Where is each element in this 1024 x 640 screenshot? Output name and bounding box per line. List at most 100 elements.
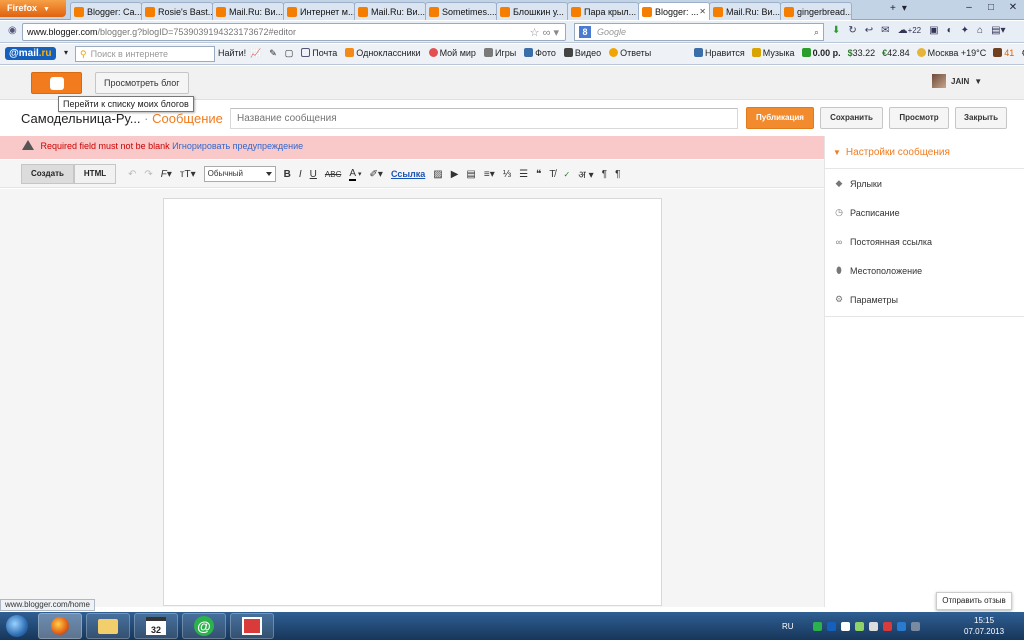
reload-icon[interactable]: ↻ — [848, 25, 856, 36]
tray-icon-update[interactable] — [896, 621, 906, 631]
post-title-input[interactable] — [230, 108, 738, 129]
mailru-dropdown-icon[interactable]: ▾ — [64, 48, 68, 57]
tray-icon-network[interactable] — [854, 621, 864, 631]
link-mail[interactable]: Почта — [301, 48, 337, 59]
start-button[interactable] — [0, 612, 34, 640]
text-color-icon[interactable]: A — [349, 168, 357, 181]
jump-break-icon[interactable]: ▤ — [466, 169, 475, 180]
back-arrow-icon[interactable]: ↩ — [865, 25, 873, 36]
close-tab-icon[interactable]: ✕ — [699, 7, 706, 16]
browser-tab[interactable]: Blogger: Ca... — [70, 2, 142, 20]
browser-tab[interactable]: Mail.Ru: Ви... — [709, 2, 781, 20]
new-tab-icon[interactable]: + — [890, 3, 896, 14]
pencil-icon[interactable]: ✎ — [269, 48, 277, 59]
balance-widget[interactable]: 0.00 р. — [801, 48, 841, 59]
view-blog-button[interactable]: Просмотреть блог — [95, 72, 189, 94]
ltr-icon[interactable]: ¶ — [602, 169, 607, 180]
link-video[interactable]: Видео — [563, 48, 601, 59]
tray-icon-green[interactable] — [812, 621, 822, 631]
tray-icon-mail[interactable] — [826, 621, 836, 631]
font-family-icon[interactable]: F▾ — [161, 169, 172, 180]
tray-icon-security[interactable] — [882, 621, 892, 631]
save-button[interactable]: Сохранить — [820, 107, 883, 129]
browser-tab[interactable]: Mail.Ru: Ви... — [212, 2, 284, 20]
link-my-world[interactable]: Мой мир — [428, 48, 476, 59]
insert-link-button[interactable]: Ссылка — [391, 169, 425, 179]
close-window-icon[interactable]: ✕ — [1002, 0, 1024, 16]
post-settings-header[interactable]: ▼ Настройки сообщения — [825, 136, 1024, 169]
user-menu[interactable]: JAIN ▼ — [932, 74, 982, 88]
browser-tab[interactable]: Интернет м... — [283, 2, 355, 20]
notifications-badge[interactable]: 41 — [993, 48, 1014, 59]
sidebar-item-labels[interactable]: ◆ Ярлыки — [825, 169, 1024, 198]
sidebar-item-options[interactable]: ⚙ Параметры — [825, 285, 1024, 314]
taskbar-mail-agent[interactable]: @ — [182, 613, 226, 639]
tab-compose[interactable]: Создать — [21, 164, 74, 184]
browser-tab[interactable]: Mail.Ru: Ви... — [354, 2, 426, 20]
remove-format-icon[interactable]: T̸ — [549, 169, 555, 180]
font-size-icon[interactable]: тТ▾ — [180, 169, 196, 180]
bookmark-star-icon[interactable]: ☆ ∞ ▾ — [530, 26, 559, 39]
taskbar-firefox[interactable] — [38, 613, 82, 639]
link-games[interactable]: Игры — [483, 48, 516, 59]
quote-icon[interactable]: ❝ — [536, 169, 541, 180]
rtl-icon[interactable]: ¶ — [615, 169, 620, 180]
browser-tab[interactable]: Пара крыл... — [567, 2, 639, 20]
home-icon[interactable]: ⌂ — [977, 25, 983, 36]
underline-icon[interactable]: U — [310, 169, 317, 180]
insert-video-icon[interactable]: ▶ — [451, 169, 459, 180]
insert-image-icon[interactable]: ▨ — [433, 169, 442, 180]
clock[interactable]: 15:15 07.07.2013 — [964, 615, 1004, 637]
send-feedback-button[interactable]: Отправить отзыв — [936, 592, 1012, 610]
browser-tab[interactable]: Sometimes.... — [425, 2, 497, 20]
mail-icon[interactable]: ✉ — [881, 25, 889, 36]
firefox-menu-button[interactable]: Firefox ▼ — [0, 0, 66, 17]
post-body-editor[interactable] — [163, 198, 662, 606]
strikethrough-icon[interactable]: ABC — [325, 170, 341, 179]
numbered-list-icon[interactable]: ⅓ — [503, 169, 511, 180]
link-photo[interactable]: Фото — [524, 48, 556, 59]
highlight-icon[interactable]: ✐▾ — [370, 169, 383, 180]
browser-tab[interactable]: Blogger: ... ✕ — [638, 2, 710, 20]
weather-widget[interactable]: Москва +19°C — [916, 48, 986, 59]
browser-tab[interactable]: gingerbread... — [780, 2, 852, 20]
mailru-logo[interactable]: @mail.ru — [5, 47, 56, 60]
bold-icon[interactable]: B — [284, 169, 291, 180]
vk-icon[interactable]: ◐ — [947, 25, 953, 36]
taskbar-app[interactable] — [230, 613, 274, 639]
align-icon[interactable]: ≡▾ — [484, 169, 495, 180]
input-tools-icon[interactable]: अ ▾ — [578, 167, 593, 181]
sidebar-item-schedule[interactable]: ◷ Расписание — [825, 198, 1024, 227]
usd-rate[interactable]: $33.22 — [848, 48, 876, 59]
italic-icon[interactable]: I — [299, 169, 302, 180]
weather-cloud-icon[interactable]: ☁+22 — [898, 25, 922, 36]
music-widget[interactable]: Музыка — [751, 48, 795, 59]
sidebar-item-location[interactable]: ⬮ Местоположение — [825, 256, 1024, 285]
undo-icon[interactable]: ↶ — [128, 169, 136, 180]
ignore-warning-link[interactable]: Игнорировать предупреждение — [172, 141, 303, 151]
search-icon[interactable]: ⌕ — [814, 27, 819, 38]
blogger-home-button[interactable] — [31, 72, 82, 94]
spellcheck-icon[interactable]: ✓ — [564, 170, 571, 179]
mailru-search-input[interactable]: ⚲ Поиск в интернете — [75, 46, 215, 62]
blog-name[interactable]: Самодельница-Ру... — [21, 111, 141, 126]
tray-icon-volume[interactable] — [868, 621, 878, 631]
taskbar-explorer[interactable] — [86, 613, 130, 639]
format-select[interactable]: Обычный — [203, 166, 276, 182]
tray-icon-power[interactable] — [910, 621, 920, 631]
publish-button[interactable]: Публикация — [746, 107, 814, 129]
browser-tab[interactable]: Rosie's Bast... — [141, 2, 213, 20]
eur-rate[interactable]: €42.84 — [882, 48, 910, 59]
preview-button[interactable]: Просмотр — [889, 107, 949, 129]
minimize-icon[interactable]: – — [958, 0, 980, 16]
clip-icon[interactable]: ▢ — [285, 48, 294, 59]
download-icon[interactable]: ⬇ — [832, 25, 840, 36]
tab-html[interactable]: HTML — [73, 164, 117, 184]
language-indicator[interactable]: RU — [782, 622, 794, 631]
link-answers[interactable]: Ответы — [609, 48, 651, 59]
redo-icon[interactable]: ↷ — [144, 169, 152, 180]
find-button[interactable]: Найти! — [218, 48, 246, 58]
search-box[interactable]: 8 Google ⌕ — [574, 23, 824, 41]
window-icon[interactable]: ▣ — [929, 25, 938, 36]
close-button[interactable]: Закрыть — [955, 107, 1007, 129]
